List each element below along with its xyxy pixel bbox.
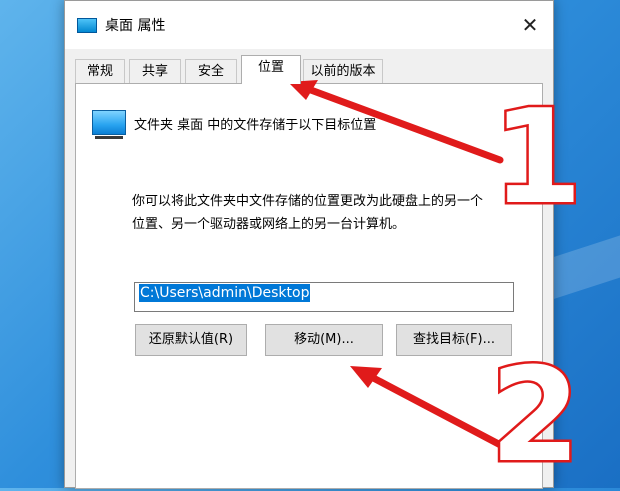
tab-strip: 常规 共享 安全 位置 以前的版本	[75, 55, 545, 84]
restore-default-button[interactable]: 还原默认值(R)	[135, 324, 247, 356]
location-tab-panel: 文件夹 桌面 中的文件存储于以下目标位置 你可以将此文件夹中文件存储的位置更改为…	[75, 83, 543, 489]
path-value: C:\Users\admin\Desktop	[139, 284, 311, 302]
tab-security[interactable]: 安全	[185, 59, 237, 83]
location-info-text: 文件夹 桌面 中的文件存储于以下目标位置	[134, 118, 377, 133]
step-2-label: 2	[487, 339, 582, 491]
properties-dialog: 桌面 属性 ✕ 常规 共享 安全 位置 以前的版本 文件夹 桌面 中的文件存储于…	[64, 0, 554, 489]
desktop-folder-icon	[92, 110, 126, 139]
tab-sharing[interactable]: 共享	[129, 59, 181, 83]
path-input[interactable]: C:\Users\admin\Desktop	[134, 282, 514, 312]
tab-previous-versions[interactable]: 以前的版本	[303, 59, 383, 83]
title-bar[interactable]: 桌面 属性 ✕	[65, 1, 553, 49]
location-description: 你可以将此文件夹中文件存储的位置更改为此硬盘上的另一个 位置、另一个驱动器或网络…	[132, 190, 532, 236]
window-title: 桌面 属性	[105, 18, 166, 34]
tab-location[interactable]: 位置	[241, 55, 301, 84]
close-icon: ✕	[521, 13, 539, 37]
description-line-1: 你可以将此文件夹中文件存储的位置更改为此硬盘上的另一个	[132, 194, 484, 209]
move-button[interactable]: 移动(M)...	[265, 324, 383, 356]
description-line-2: 位置、另一个驱动器或网络上的另一台计算机。	[132, 217, 406, 232]
tab-general[interactable]: 常规	[75, 59, 125, 83]
desktop-folder-icon	[77, 18, 97, 33]
close-button[interactable]: ✕	[507, 1, 553, 49]
step-1-label: 1	[489, 81, 584, 233]
